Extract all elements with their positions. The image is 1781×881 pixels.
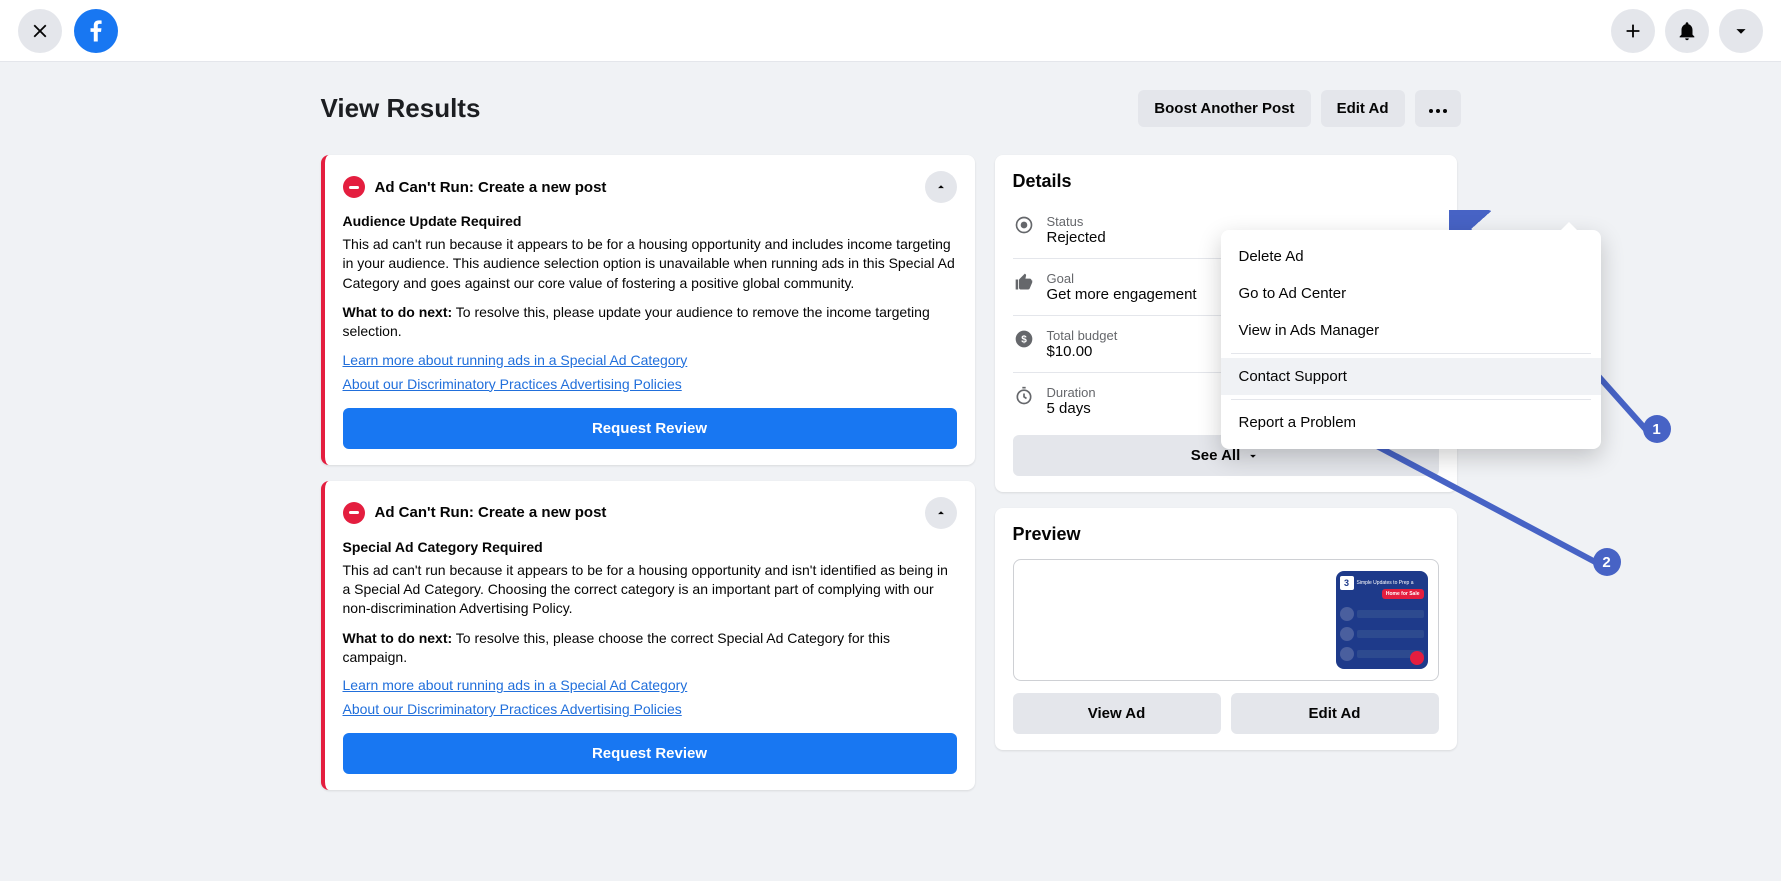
see-all-label: See All (1191, 447, 1240, 464)
preview-box: 3Simple Updates to Prep a Home for Sale (1013, 559, 1439, 681)
dropdown-divider (1231, 399, 1591, 400)
stopwatch-icon (1013, 385, 1035, 407)
preview-actions: View Ad Edit Ad (1013, 693, 1439, 734)
details-heading: Details (1013, 171, 1439, 192)
dollar-icon: $ (1013, 328, 1035, 350)
collapse-button[interactable] (925, 497, 957, 529)
learn-more-link[interactable]: Learn more about running ads in a Specia… (343, 677, 957, 693)
boost-another-post-button[interactable]: Boost Another Post (1138, 90, 1310, 127)
alert-header: Ad Can't Run: Create a new post (343, 497, 957, 529)
thumb-pill: Home for Sale (1382, 589, 1424, 599)
topbar-right (1611, 9, 1763, 53)
dropdown-go-to-ad-center[interactable]: Go to Ad Center (1221, 275, 1601, 312)
header-actions: Boost Another Post Edit Ad (1138, 90, 1460, 127)
alert-next-label: What to do next: (343, 304, 453, 320)
svg-text:$: $ (1021, 334, 1027, 345)
thumb-badge-icon (1410, 651, 1424, 665)
thumb-heading: Simple Updates to Prep a (1357, 581, 1414, 586)
alert-subtitle: Special Ad Category Required (343, 539, 957, 555)
view-ad-button[interactable]: View Ad (1013, 693, 1221, 734)
detail-info: Goal Get more engagement (1047, 271, 1197, 303)
policies-link[interactable]: About our Discriminatory Practices Adver… (343, 376, 957, 392)
create-button[interactable] (1611, 9, 1655, 53)
left-column: Ad Can't Run: Create a new post Audience… (321, 155, 975, 790)
annotation-badge-2: 2 (1593, 548, 1621, 576)
alert-next: What to do next: To resolve this, please… (343, 303, 957, 342)
topbar (0, 0, 1781, 62)
alert-header-left: Ad Can't Run: Create a new post (343, 176, 607, 198)
budget-label: Total budget (1047, 328, 1118, 343)
alert-title: Ad Can't Run: Create a new post (375, 179, 607, 196)
status-icon (1013, 214, 1035, 236)
topbar-left (18, 9, 118, 53)
close-button[interactable] (18, 9, 62, 53)
request-review-button[interactable]: Request Review (343, 408, 957, 449)
chevron-up-icon (934, 506, 948, 520)
facebook-logo[interactable] (74, 9, 118, 53)
preview-heading: Preview (1013, 524, 1439, 545)
preview-card: Preview 3Simple Updates to Prep a Home f… (995, 508, 1457, 750)
status-value: Rejected (1047, 229, 1106, 246)
alert-body: This ad can't run because it appears to … (343, 235, 957, 293)
chevron-down-icon (1246, 449, 1260, 463)
alert-title: Ad Can't Run: Create a new post (375, 504, 607, 521)
status-label: Status (1047, 214, 1106, 229)
notifications-button[interactable] (1665, 9, 1709, 53)
detail-info: Duration 5 days (1047, 385, 1096, 417)
no-entry-icon (343, 176, 365, 198)
no-entry-icon (343, 502, 365, 524)
plus-icon (1622, 20, 1644, 42)
container: View Results Boost Another Post Edit Ad … (321, 90, 1461, 790)
request-review-button[interactable]: Request Review (343, 733, 957, 774)
edit-ad-button-preview[interactable]: Edit Ad (1231, 693, 1439, 734)
policies-link[interactable]: About our Discriminatory Practices Adver… (343, 701, 957, 717)
dropdown-report-problem[interactable]: Report a Problem (1221, 404, 1601, 441)
alert-next-label: What to do next: (343, 630, 453, 646)
dropdown-delete-ad[interactable]: Delete Ad (1221, 238, 1601, 275)
annotation-badge-1: 1 (1643, 415, 1671, 443)
page-header: View Results Boost Another Post Edit Ad (321, 90, 1461, 127)
alert-card-audience: Ad Can't Run: Create a new post Audience… (321, 155, 975, 465)
account-menu-button[interactable] (1719, 9, 1763, 53)
page-title: View Results (321, 93, 481, 124)
dropdown-divider (1231, 353, 1591, 354)
goal-label: Goal (1047, 271, 1197, 286)
dropdown-view-in-ads-manager[interactable]: View in Ads Manager (1221, 312, 1601, 349)
duration-value: 5 days (1047, 400, 1096, 417)
bell-icon (1676, 20, 1698, 42)
collapse-button[interactable] (925, 171, 957, 203)
alert-next: What to do next: To resolve this, please… (343, 629, 957, 668)
ad-thumbnail: 3Simple Updates to Prep a Home for Sale (1336, 571, 1428, 669)
detail-info: Status Rejected (1047, 214, 1106, 246)
thumb-number: 3 (1340, 576, 1354, 590)
caret-down-icon (1730, 20, 1752, 42)
learn-more-link[interactable]: Learn more about running ads in a Specia… (343, 352, 957, 368)
main-content: View Results Boost Another Post Edit Ad … (0, 62, 1781, 790)
close-icon (29, 20, 51, 42)
ellipsis-icon (1429, 109, 1447, 113)
goal-value: Get more engagement (1047, 286, 1197, 303)
more-options-dropdown: Delete Ad Go to Ad Center View in Ads Ma… (1221, 230, 1601, 449)
dropdown-contact-support[interactable]: Contact Support (1221, 358, 1601, 395)
budget-value: $10.00 (1047, 343, 1118, 360)
edit-ad-button[interactable]: Edit Ad (1321, 90, 1405, 127)
alert-subtitle: Audience Update Required (343, 213, 957, 229)
alert-body: This ad can't run because it appears to … (343, 561, 957, 619)
more-options-button[interactable] (1415, 90, 1461, 127)
thumbs-up-icon (1013, 271, 1035, 293)
chevron-up-icon (934, 180, 948, 194)
duration-label: Duration (1047, 385, 1096, 400)
alert-header-left: Ad Can't Run: Create a new post (343, 502, 607, 524)
facebook-icon (82, 17, 110, 45)
alert-card-category: Ad Can't Run: Create a new post Special … (321, 481, 975, 791)
alert-header: Ad Can't Run: Create a new post (343, 171, 957, 203)
detail-info: Total budget $10.00 (1047, 328, 1118, 360)
